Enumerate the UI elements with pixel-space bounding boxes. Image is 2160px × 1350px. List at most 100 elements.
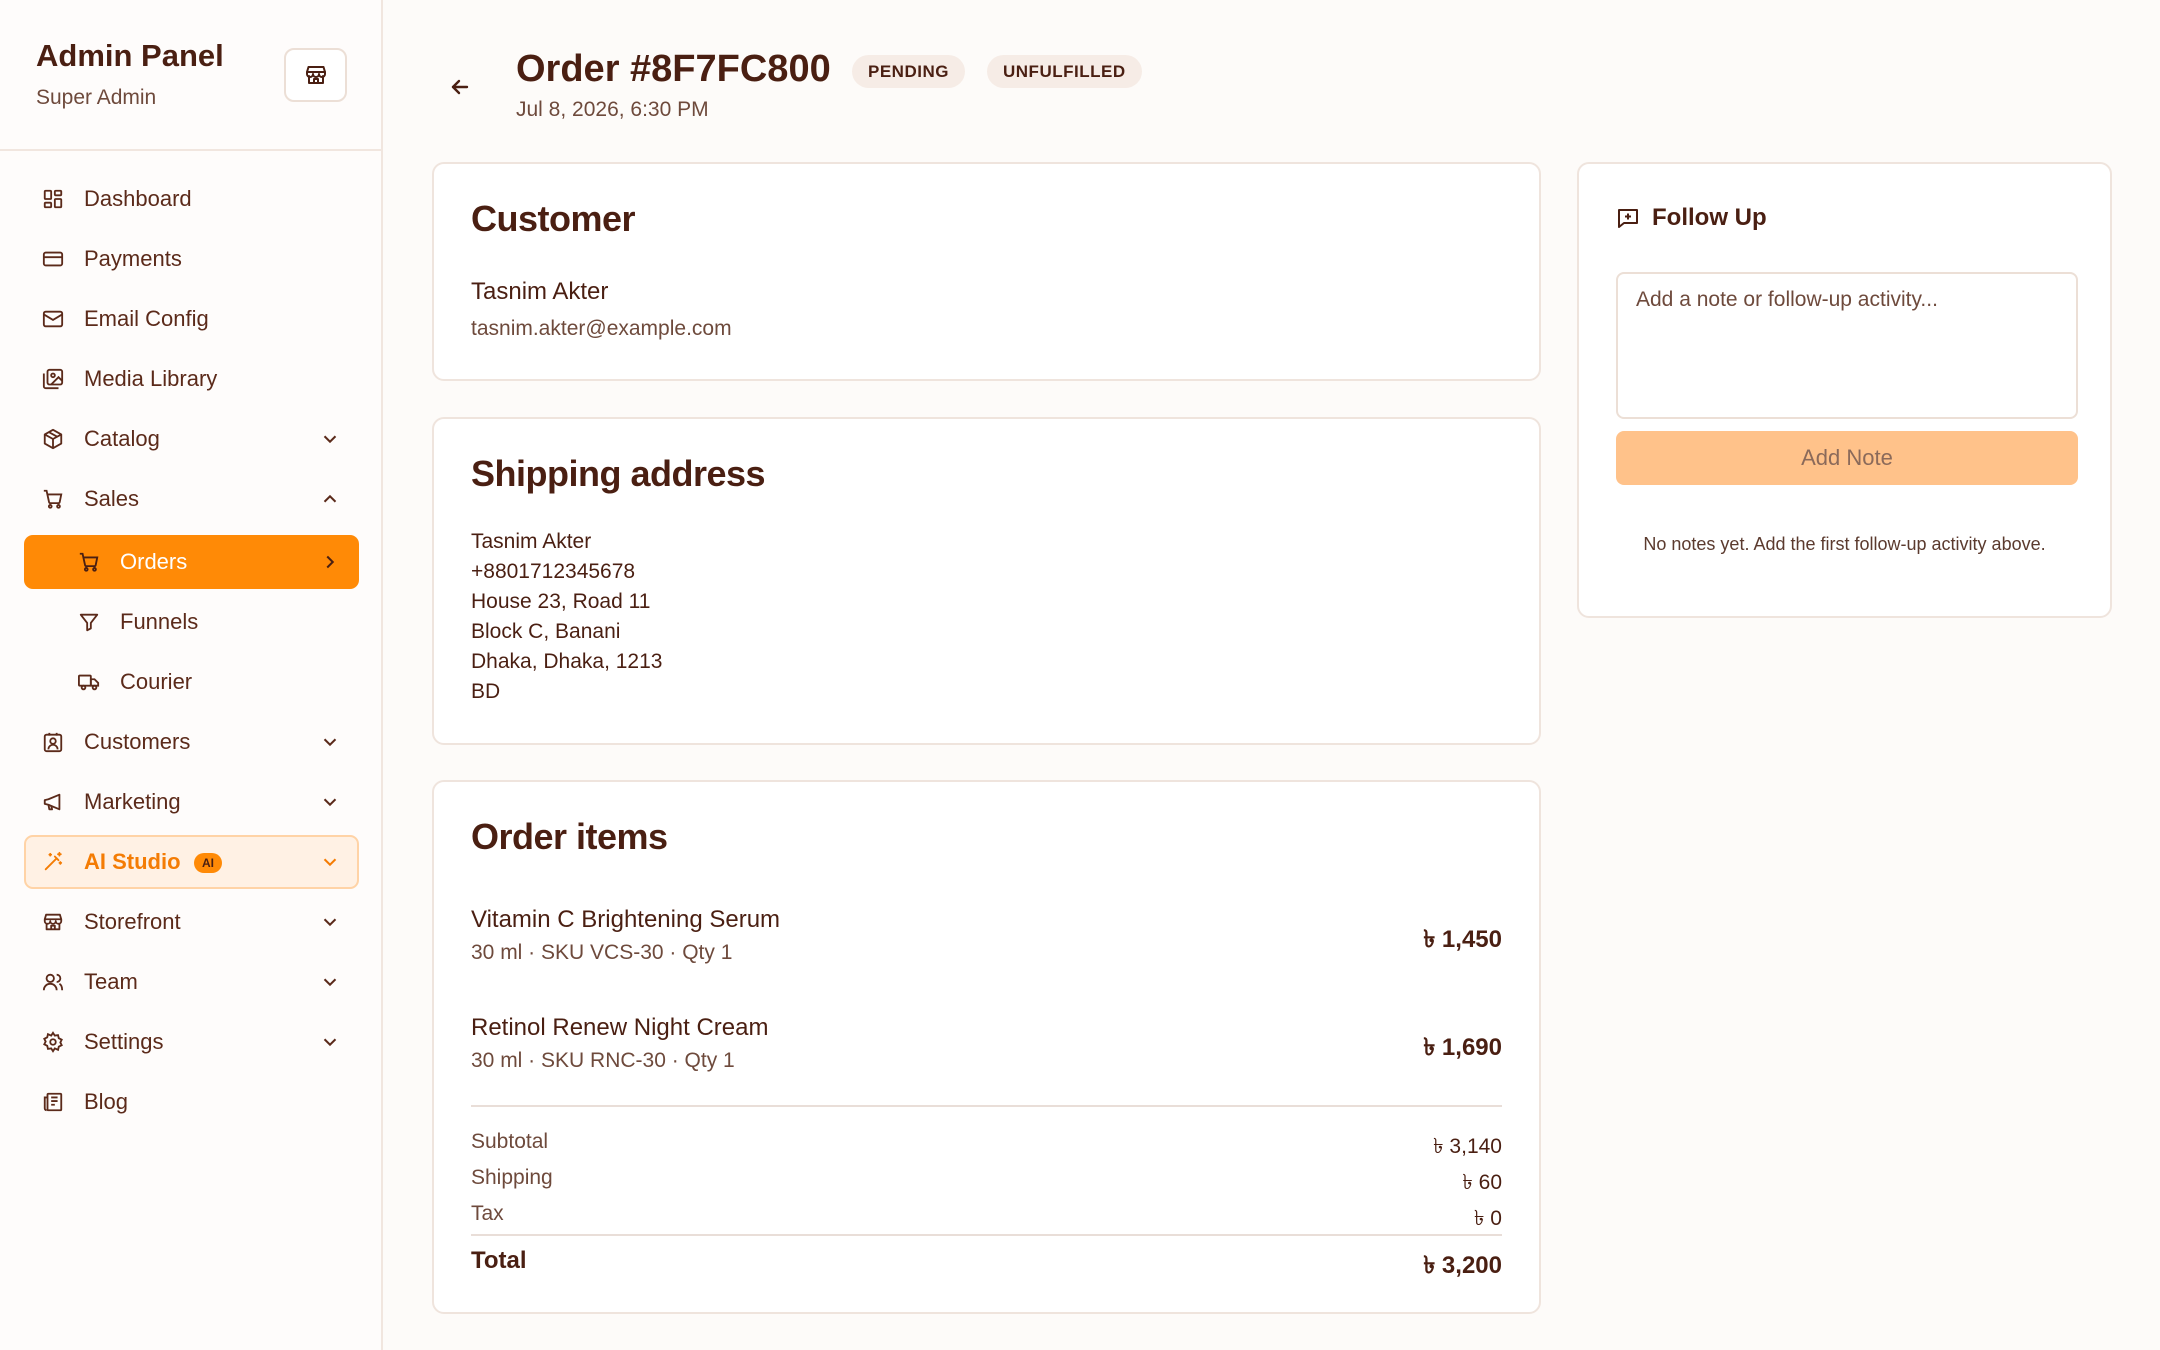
address-line: Block C, Banani xyxy=(471,620,621,643)
item-name: Retinol Renew Night Cream xyxy=(471,1014,769,1041)
sidebar-item-courier[interactable]: Courier xyxy=(24,655,359,709)
brand-title: Admin Panel xyxy=(36,38,224,73)
sidebar-item-label: Courier xyxy=(120,669,193,694)
chevron-up-icon xyxy=(323,494,337,503)
sidebar-item-label: Catalog xyxy=(84,426,160,451)
sidebar-item-marketing[interactable]: Marketing xyxy=(24,775,359,829)
credit-card-icon xyxy=(41,247,65,271)
sidebar-item-catalog[interactable]: Catalog xyxy=(24,412,359,466)
sidebar-item-funnels[interactable]: Funnels xyxy=(24,595,359,649)
chevron-down-icon xyxy=(323,918,337,927)
item-meta: 30 ml · SKU VCS-30 · Qty 1 xyxy=(471,941,733,964)
sidebar-item-label: Sales xyxy=(84,486,140,511)
mail-icon xyxy=(41,307,65,331)
order-items-heading: Order items xyxy=(471,816,668,857)
shipping-address-card: Shipping address Tasnim Akter +880171234… xyxy=(432,417,1541,745)
address-line: +8801712345678 xyxy=(471,560,636,583)
sidebar-item-label: Orders xyxy=(120,549,188,574)
sidebar-item-email-config[interactable]: Email Config xyxy=(24,292,359,346)
images-icon xyxy=(41,367,65,391)
item-name: Vitamin C Brightening Serum xyxy=(471,906,781,933)
ai-badge: AI xyxy=(194,853,222,873)
sidebar-item-settings[interactable]: Settings xyxy=(24,1015,359,1069)
address-line: House 23, Road 11 xyxy=(471,590,651,613)
funnel-icon xyxy=(77,610,101,634)
sidebar-item-orders[interactable]: Orders xyxy=(24,535,359,589)
subtotal-label: Subtotal xyxy=(471,1130,549,1153)
sidebar-item-customers[interactable]: Customers xyxy=(24,715,359,769)
customer-email[interactable]: tasnim.akter@example.com xyxy=(471,317,732,341)
sidebar-item-label: Team xyxy=(84,969,138,994)
shipping-address: Tasnim Akter +8801712345678 House 23, Ro… xyxy=(471,527,662,707)
chevron-down-icon xyxy=(323,1038,337,1047)
chevron-down-icon xyxy=(323,978,337,987)
address-line: BD xyxy=(471,680,501,703)
gear-icon xyxy=(41,1030,65,1054)
cart-icon xyxy=(41,487,65,511)
follow-up-header: Follow Up xyxy=(1616,204,1767,232)
customer-heading: Customer xyxy=(471,198,636,239)
dashboard-icon xyxy=(41,187,65,211)
customer-name: Tasnim Akter xyxy=(471,278,609,305)
cart-icon xyxy=(77,550,101,574)
page-title: Order #8F7FC800 xyxy=(516,48,831,90)
chevron-right-icon xyxy=(326,555,335,569)
chevron-down-icon xyxy=(323,738,337,747)
sidebar-item-ai-studio[interactable]: AI Studio AI xyxy=(24,835,359,889)
users-icon xyxy=(41,970,65,994)
arrow-left-icon xyxy=(451,79,469,95)
package-icon xyxy=(41,427,65,451)
newspaper-icon xyxy=(41,1090,65,1114)
sidebar: Admin Panel Super Admin Dashboard Paymen… xyxy=(0,0,383,1350)
sidebar-brand: Admin Panel Super Admin xyxy=(0,0,381,151)
sidebar-item-label: Funnels xyxy=(120,609,199,634)
wand-icon xyxy=(41,850,65,874)
sidebar-item-label: Blog xyxy=(84,1089,129,1114)
follow-up-title: Follow Up xyxy=(1652,204,1767,231)
sidebar-item-sales[interactable]: Sales xyxy=(24,472,359,526)
sidebar-item-dashboard[interactable]: Dashboard xyxy=(24,172,359,226)
total-value: ৳ 3,200 xyxy=(1423,1252,1502,1279)
tax-label: Tax xyxy=(471,1202,504,1225)
truck-icon xyxy=(77,670,101,694)
tax-value: ৳ 0 xyxy=(1474,1207,1502,1230)
chevron-down-icon xyxy=(323,858,337,867)
shipping-heading: Shipping address xyxy=(471,453,766,494)
store-icon xyxy=(305,66,326,84)
sidebar-item-label: Media Library xyxy=(84,366,218,391)
sidebar-item-label: Email Config xyxy=(84,306,209,331)
note-textarea[interactable] xyxy=(1616,272,2078,419)
sidebar-item-label: Payments xyxy=(84,246,182,271)
add-note-button[interactable]: Add Note xyxy=(1616,431,2078,485)
total-label: Total xyxy=(471,1247,527,1274)
sidebar-item-label: Customers xyxy=(84,729,191,754)
address-line: Dhaka, Dhaka, 1213 xyxy=(471,650,663,673)
sidebar-item-storefront[interactable]: Storefront xyxy=(24,895,359,949)
order-date: Jul 8, 2026, 6:30 PM xyxy=(516,98,709,121)
sidebar-item-label: AI Studio xyxy=(84,849,181,874)
items-divider xyxy=(471,1105,1502,1107)
chevron-down-icon xyxy=(323,435,337,444)
subtotal-value: ৳ 3,140 xyxy=(1433,1135,1502,1158)
item-price: ৳ 1,450 xyxy=(1423,926,1502,953)
view-store-button[interactable] xyxy=(284,48,347,102)
fulfillment-badge: UNFULFILLED xyxy=(987,55,1142,88)
item-price: ৳ 1,690 xyxy=(1423,1034,1502,1061)
item-meta: 30 ml · SKU RNC-30 · Qty 1 xyxy=(471,1049,735,1072)
sidebar-item-payments[interactable]: Payments xyxy=(24,232,359,286)
shipping-value: ৳ 60 xyxy=(1462,1171,1502,1194)
follow-up-card: Follow Up Add Note No notes yet. Add the… xyxy=(1577,162,2112,618)
sidebar-item-blog[interactable]: Blog xyxy=(24,1075,359,1129)
sidebar-item-label: Storefront xyxy=(84,909,181,934)
empty-notes-message: No notes yet. Add the first follow-up ac… xyxy=(1643,534,2046,554)
sidebar-item-media-library[interactable]: Media Library xyxy=(24,352,359,406)
megaphone-icon xyxy=(41,790,65,814)
status-badge: PENDING xyxy=(852,55,965,88)
shipping-label: Shipping xyxy=(471,1166,553,1189)
brand-subtitle: Super Admin xyxy=(36,86,157,109)
store-icon xyxy=(41,910,65,934)
total-divider xyxy=(471,1234,1502,1236)
sidebar-item-team[interactable]: Team xyxy=(24,955,359,1009)
back-button[interactable] xyxy=(445,72,475,102)
contact-icon xyxy=(41,730,65,754)
